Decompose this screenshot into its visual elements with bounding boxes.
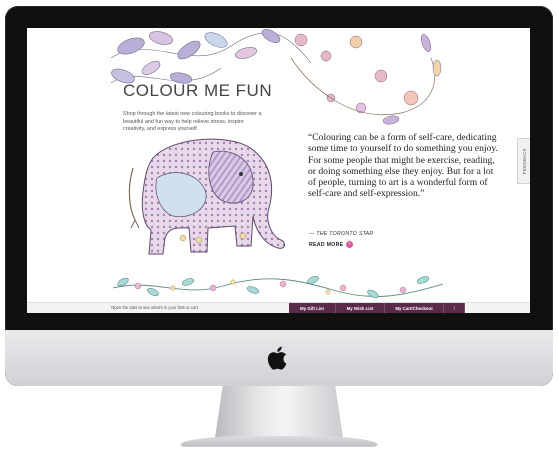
- monitor-stand-base: [180, 436, 378, 447]
- page-title: COLOUR ME FUN: [123, 81, 273, 100]
- floral-decoration-bottom: [113, 276, 443, 299]
- feedback-label: FEEDBACK: [521, 147, 527, 175]
- elephant-illustration: [128, 138, 286, 255]
- arrow-up-icon[interactable]: ↑: [444, 303, 465, 313]
- screen: COLOUR ME FUN Shop through the latest ne…: [27, 28, 530, 313]
- apple-logo-icon: [267, 346, 287, 370]
- quote-attribution: — THE TORONTO STAR: [309, 231, 374, 237]
- feedback-tab[interactable]: FEEDBACK: [517, 138, 530, 184]
- chevron-right-icon: ›: [346, 241, 354, 248]
- tab-gift-list[interactable]: My Gift List: [289, 303, 336, 313]
- read-more-label: READ MORE: [309, 241, 344, 248]
- monitor-stand: [215, 386, 343, 438]
- bottom-hint-text: Open the tabs to see what's in your list…: [111, 305, 198, 310]
- bottom-tabs: My Gift List My Wish List My Cart/Checko…: [289, 303, 465, 313]
- read-more-link[interactable]: READ MORE ›: [309, 241, 354, 248]
- tab-wish-list[interactable]: My Wish List: [336, 303, 385, 313]
- quote-text: “Colouring can be a form of self-care, d…: [308, 132, 498, 200]
- bottom-bar: Open the tabs to see what's in your list…: [27, 302, 530, 313]
- tab-cart-checkout[interactable]: My Cart/Checkout: [385, 303, 444, 313]
